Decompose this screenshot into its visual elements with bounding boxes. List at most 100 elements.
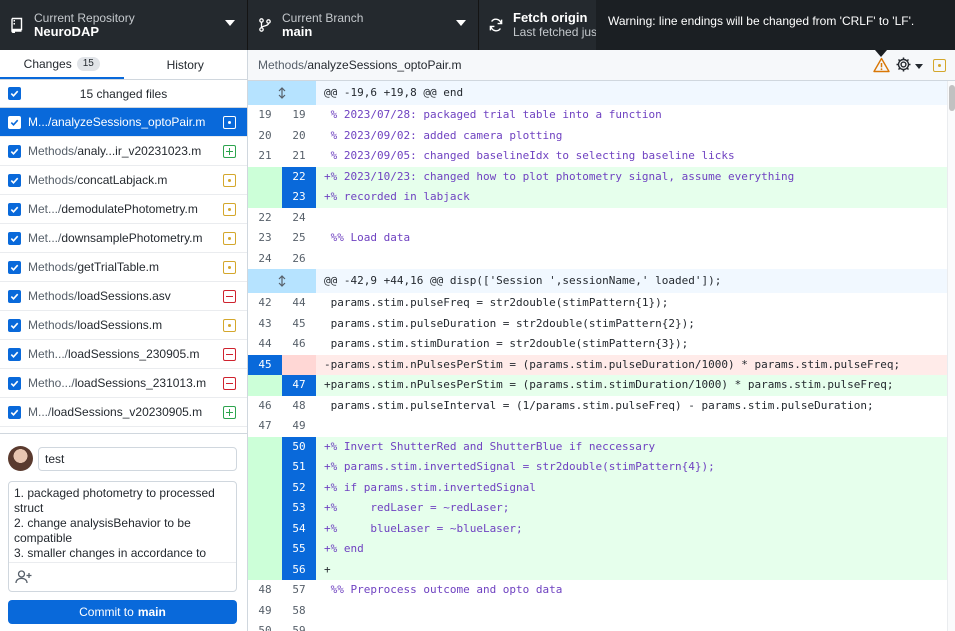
file-include-checkbox[interactable] [8,376,21,390]
changed-file-row[interactable]: Methods/loadSessions.asv [0,282,247,311]
gear-icon[interactable] [895,56,912,76]
fetch-title: Fetch origin [513,10,588,25]
diff-line[interactable]: 51 +% params.stim.invertedSignal = str2do… [248,457,947,478]
branch-label: Current Branch [282,11,364,25]
diff-line[interactable]: 56 + [248,559,947,580]
new-line-number[interactable]: 54 [282,518,316,539]
code-text: %% Load data [324,231,411,244]
new-line-number[interactable]: 53 [282,498,316,519]
changed-file-row[interactable]: Met.../downsamplePhotometry.m [0,224,247,253]
changed-file-row[interactable]: M.../loadSessions_v20230905.m [0,398,247,427]
tab-history-label: History [166,57,204,72]
new-line-number[interactable]: 22 [282,166,316,187]
new-line-number[interactable]: 50 [282,436,316,457]
changed-file-row[interactable]: M.../analyzeSessions_optoPair.m [0,108,247,137]
file-include-checkbox[interactable] [8,405,21,419]
diff-line[interactable]: 50 +% Invert ShutterRed and ShutterBlue i… [248,436,947,457]
code-text: +% blueLaser = ~blueLaser; [324,521,523,535]
changed-file-row[interactable]: Methods/analy...ir_v20231023.m [0,137,247,166]
expand-hunk-icon[interactable] [248,269,316,293]
changed-file-row[interactable]: Methods/concatLabjack.m [0,166,247,195]
line-ending-warning-popover: Warning: line endings will be changed fr… [596,0,955,50]
old-line-number[interactable] [248,559,282,580]
popover-arrow [875,50,887,57]
warning-icon[interactable] [873,57,890,76]
diff-line[interactable]: 52 +% if params.stim.invertedSignal [248,477,947,498]
old-line-number[interactable]: 45 [248,354,282,375]
diff-line[interactable]: 22 +% 2023/10/23: changed how to plot pho… [248,166,947,187]
file-include-checkbox[interactable] [8,231,21,245]
old-line-number: 47 [248,416,282,437]
file-name: loadSessions.asv [77,289,171,303]
file-dir: Meth.../ [28,347,69,361]
file-include-checkbox[interactable] [8,347,21,361]
file-path: M.../analyzeSessions_optoPair.m [28,115,218,129]
new-line-number[interactable]: 23 [282,187,316,208]
diff-line[interactable]: 55 +% end [248,539,947,560]
diff-header: Methods/analyzeSessions_optoPair.m [248,50,955,81]
diff-line[interactable]: 47 +params.stim.nPulsesPerStim = (params.… [248,375,947,396]
commit-button[interactable]: Commit to main [8,600,237,624]
old-line-number[interactable] [248,166,282,187]
file-include-checkbox[interactable] [8,144,21,158]
file-name: downsamplePhotometry.m [61,231,203,245]
file-path: Meth.../loadSessions_230905.m [28,347,218,361]
changed-files-header: 15 changed files [0,80,247,108]
diff-hunk-header: @@ -19,6 +19,8 @@ end [248,81,947,105]
diff-scrollbar[interactable] [947,81,955,631]
new-line-number[interactable]: 51 [282,457,316,478]
tab-history[interactable]: History [124,50,248,79]
changed-file-row[interactable]: Meth.../loadSessions_230905.m [0,340,247,369]
old-line-number[interactable] [248,498,282,519]
new-line-number[interactable]: 55 [282,539,316,560]
diff-line: 43 45 params.stim.pulseDuration = str2dou… [248,313,947,334]
file-include-checkbox[interactable] [8,318,21,332]
current-repository-button[interactable]: Current Repository NeuroDAP [0,0,248,50]
commit-summary-input[interactable] [38,447,237,471]
diff-line[interactable]: 53 +% redLaser = ~redLaser; [248,498,947,519]
file-include-checkbox[interactable] [8,115,21,129]
expand-hunk-icon[interactable] [248,81,316,105]
diff-line[interactable]: 23 +% recorded in labjack [248,187,947,208]
add-coauthor-icon[interactable] [15,569,33,588]
new-line-number[interactable]: 47 [282,375,316,396]
file-include-checkbox[interactable] [8,260,21,274]
old-line-number[interactable] [248,539,282,560]
chevron-down-icon[interactable] [915,64,923,69]
code-text: +% params.stim.invertedSignal = str2doub… [324,460,715,473]
file-dir: M.../ [28,405,52,419]
commit-description-text[interactable]: 1. packaged photometry to processed stru… [9,482,236,562]
sidebar-tabs: Changes 15 History [0,50,247,80]
changed-file-row[interactable]: Met.../demodulatePhotometry.m [0,195,247,224]
code-text: +params.stim.nPulsesPerStim = (params.st… [324,378,894,391]
old-line-number: 20 [248,125,282,146]
chevron-down-icon [456,20,466,26]
commit-description-field[interactable]: 1. packaged photometry to processed stru… [8,481,237,592]
old-line-number[interactable] [248,187,282,208]
new-line-number[interactable]: 56 [282,559,316,580]
changed-file-row[interactable]: Methods/loadSessions.m [0,311,247,340]
new-line-number: 57 [282,580,316,601]
current-branch-button[interactable]: Current Branch main [248,0,479,50]
old-line-number[interactable] [248,477,282,498]
diff-line: 48 57 %% Preprocess outcome and opto data [248,580,947,601]
select-all-checkbox[interactable] [8,87,21,100]
new-line-number[interactable] [282,354,316,375]
code-text: params.stim.pulseDuration = str2double(s… [324,316,695,330]
code-text: +% 2023/10/23: changed how to plot photo… [324,169,795,183]
new-line-number[interactable]: 52 [282,477,316,498]
old-line-number[interactable] [248,457,282,478]
tab-changes[interactable]: Changes 15 [0,50,124,79]
old-line-number[interactable] [248,436,282,457]
diff-line[interactable]: 45 -params.stim.nPulsesPerStim = (params.… [248,354,947,375]
old-line-number[interactable] [248,518,282,539]
file-include-checkbox[interactable] [8,202,21,216]
changed-file-row[interactable]: Methods/getTrialTable.m [0,253,247,282]
changed-file-row[interactable]: Metho.../loadSessions_231013.m [0,369,247,398]
scrollbar-thumb[interactable] [949,85,955,111]
new-line-number: 19 [282,105,316,126]
file-include-checkbox[interactable] [8,289,21,303]
file-include-checkbox[interactable] [8,173,21,187]
diff-line[interactable]: 54 +% blueLaser = ~blueLaser; [248,518,947,539]
old-line-number[interactable] [248,375,282,396]
